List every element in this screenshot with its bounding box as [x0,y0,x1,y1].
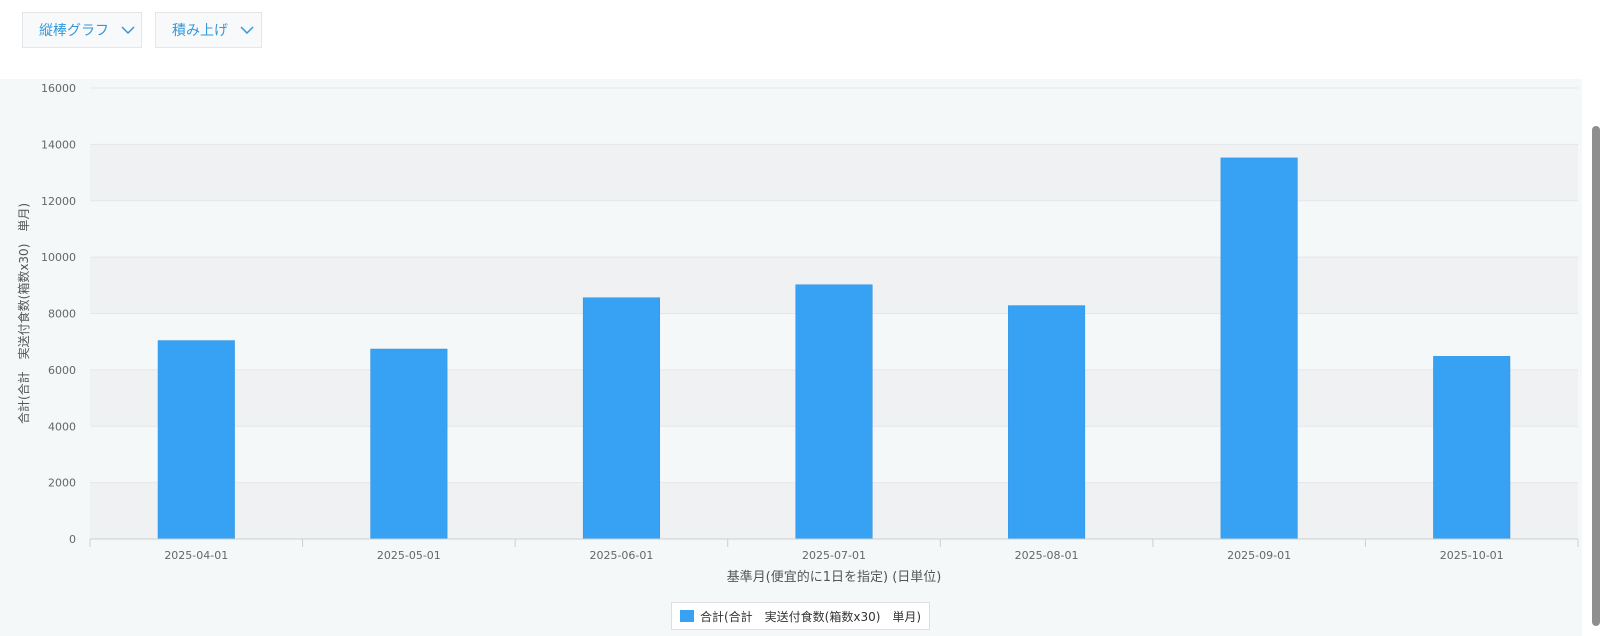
bar[interactable] [370,348,448,540]
y-tick-label: 12000 [41,195,76,208]
y-tick-label: 4000 [48,420,76,433]
x-tick-label: 2025-10-01 [1440,549,1504,562]
y-tick-label: 2000 [48,477,76,490]
bar[interactable] [582,297,660,540]
bar[interactable] [1220,157,1298,540]
scrollbar-thumb[interactable] [1592,126,1600,626]
chart-toolbar: 縦棒グラフ 積み上げ [0,0,1582,79]
y-axis-title: 合計(合計 実送付食数(箱数x30) 単月) [16,203,31,424]
x-tick-label: 2025-05-01 [377,549,441,562]
x-tick-label: 2025-04-01 [164,549,228,562]
x-tick-label: 2025-08-01 [1015,549,1079,562]
x-tick-label: 2025-09-01 [1227,549,1291,562]
chevron-down-icon [121,26,135,34]
chart-area: 0 2000 4000 6000 8000 10000 12000 14000 16000 20… [0,79,1582,636]
plot-band [90,144,1578,201]
bars [157,157,1511,540]
chevron-down-icon [240,26,254,34]
x-axis-ticks: 2025-04-01 2025-05-01 2025-06-01 2025-07-01… [164,549,1503,562]
bar[interactable] [1008,305,1086,540]
stack-mode-dropdown[interactable]: 積み上げ [155,12,262,48]
bar[interactable] [1433,356,1511,540]
chart-legend[interactable]: 合計(合計 実送付食数(箱数x30) 単月) [671,602,931,630]
y-tick-label: 14000 [41,138,76,151]
stack-mode-label: 積み上げ [172,23,228,39]
x-axis-title: 基準月(便宜的に1日を指定) (日単位) [727,569,942,585]
x-axis [89,538,1579,547]
bar[interactable] [157,340,235,540]
x-tick-label: 2025-06-01 [589,549,653,562]
chart-type-dropdown[interactable]: 縦棒グラフ [22,12,142,48]
y-tick-label: 0 [69,533,76,546]
y-tick-label: 8000 [48,308,76,321]
chart-type-label: 縦棒グラフ [39,23,109,39]
legend-label: 合計(合計 実送付食数(箱数x30) 単月) [700,609,922,624]
y-tick-label: 10000 [41,251,76,264]
bar-chart: 0 2000 4000 6000 8000 10000 12000 14000 16000 20… [16,82,1579,585]
y-tick-label: 6000 [48,364,76,377]
legend-swatch [680,610,694,622]
y-axis-ticks: 0 2000 4000 6000 8000 10000 12000 14000 16000 [41,82,76,546]
bar[interactable] [795,284,873,540]
y-tick-label: 16000 [41,82,76,95]
x-tick-label: 2025-07-01 [802,549,866,562]
